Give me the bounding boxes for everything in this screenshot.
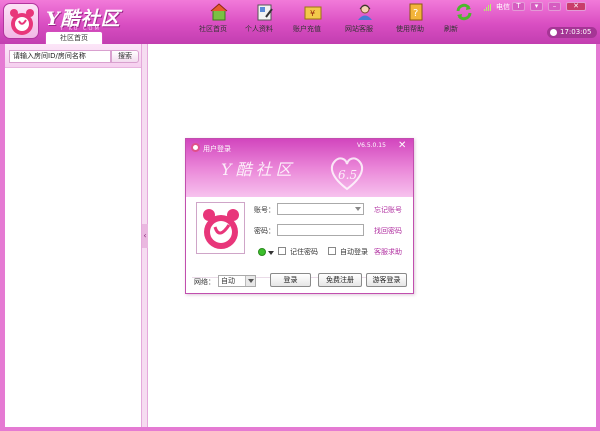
remember-password-checkbox[interactable] <box>278 247 286 255</box>
svg-text:?: ? <box>413 8 418 19</box>
online-status-icon[interactable] <box>258 248 266 256</box>
status-dropdown-icon[interactable] <box>268 251 274 255</box>
clock-icon <box>550 29 557 36</box>
clock-time: 17:03:05 <box>560 28 592 36</box>
nav-profile[interactable]: 个人资料 <box>245 3 285 33</box>
top-header: Y酷社区 Y KU COM 社区首页 社区首页 个人资料 ¥ 账户充值 网站客服… <box>0 0 600 44</box>
account-label: 账号： <box>254 206 275 214</box>
nav-profile-label: 个人资料 <box>245 25 273 33</box>
alarm-clock-avatar-icon <box>203 209 239 249</box>
signal-icon <box>484 3 492 11</box>
nav-recharge-label: 账户充值 <box>293 25 321 33</box>
chevron-down-icon[interactable] <box>245 276 255 286</box>
skin-icon[interactable]: T <box>512 2 525 11</box>
register-button[interactable]: 免费注册 <box>318 273 362 287</box>
frame-bottom <box>0 427 600 431</box>
close-icon[interactable]: ✕ <box>566 2 586 11</box>
customer-help-link[interactable]: 客服求助 <box>374 247 402 257</box>
service-icon <box>358 4 372 20</box>
heart-icon: 6.5 <box>330 157 364 191</box>
nav-refresh[interactable]: 刷新 <box>444 3 484 33</box>
app-logo <box>3 3 39 39</box>
refresh-icon <box>456 3 472 21</box>
network-select-value: 自动 <box>221 277 235 285</box>
avatar <box>196 202 245 254</box>
login-button[interactable]: 登录 <box>270 273 311 287</box>
login-dialog-header: 用户登录 V6.5.0.15 ✕ Y酷社区 6.5 <box>186 139 413 197</box>
alarm-clock-icon <box>191 143 200 152</box>
auto-login-checkbox[interactable] <box>328 247 336 255</box>
version-label: V6.5.0.15 <box>357 142 386 149</box>
svg-text:¥: ¥ <box>310 9 315 18</box>
tab-home[interactable]: 社区首页 <box>45 31 103 44</box>
nav-help[interactable]: ? 使用帮助 <box>396 3 436 33</box>
auto-login-label: 自动登录 <box>340 248 368 256</box>
minimize-icon[interactable]: – <box>548 2 561 11</box>
dialog-close-icon[interactable]: ✕ <box>398 140 406 151</box>
account-input[interactable] <box>277 203 364 215</box>
nav-refresh-label: 刷新 <box>444 25 458 33</box>
home-icon <box>210 3 228 21</box>
remember-password-label: 记住密码 <box>290 248 318 256</box>
nav-recharge[interactable]: ¥ 账户充值 <box>293 3 333 33</box>
account-dropdown-icon[interactable] <box>355 207 361 211</box>
heart-text: 6.5 <box>338 168 357 182</box>
network-status: 电信 <box>484 2 510 12</box>
guest-login-button[interactable]: 游客登录 <box>366 273 407 287</box>
nav-help-label: 使用帮助 <box>396 25 424 33</box>
menu-icon[interactable]: ▾ <box>530 2 543 11</box>
network-select[interactable]: 自动 <box>218 275 256 287</box>
clock-display: 17:03:05 <box>547 27 597 38</box>
network-label: 网络： <box>194 278 215 286</box>
alarm-clock-logo-icon <box>10 9 34 35</box>
forgot-password-link[interactable]: 找回密码 <box>374 226 402 236</box>
nav-service[interactable]: 网站客服 <box>345 3 385 33</box>
login-dialog-title: 用户登录 <box>203 145 231 153</box>
nav-service-label: 网站客服 <box>345 25 373 33</box>
carrier-label: 电信 <box>496 3 510 11</box>
password-input[interactable] <box>277 224 364 236</box>
frame-right <box>596 44 600 431</box>
room-sidebar: 请输入房间ID/房间名称 搜索 <box>5 44 142 427</box>
room-search-bar: 请输入房间ID/房间名称 搜索 <box>5 44 141 68</box>
password-label: 密码： <box>254 227 275 235</box>
recharge-icon: ¥ <box>304 6 322 20</box>
profile-icon <box>257 4 273 21</box>
help-icon: ? <box>409 3 423 21</box>
nav-home-label: 社区首页 <box>199 25 227 33</box>
dialog-brand: Y酷社区 <box>221 160 296 179</box>
forgot-account-link[interactable]: 忘记账号 <box>374 205 402 215</box>
login-dialog: 用户登录 V6.5.0.15 ✕ Y酷社区 6.5 账号： 忘记账号 密码： 找… <box>185 138 414 294</box>
nav-home[interactable]: 社区首页 <box>199 3 239 33</box>
room-search-button[interactable]: 搜索 <box>111 50 139 63</box>
room-search-input[interactable]: 请输入房间ID/房间名称 <box>9 50 111 63</box>
